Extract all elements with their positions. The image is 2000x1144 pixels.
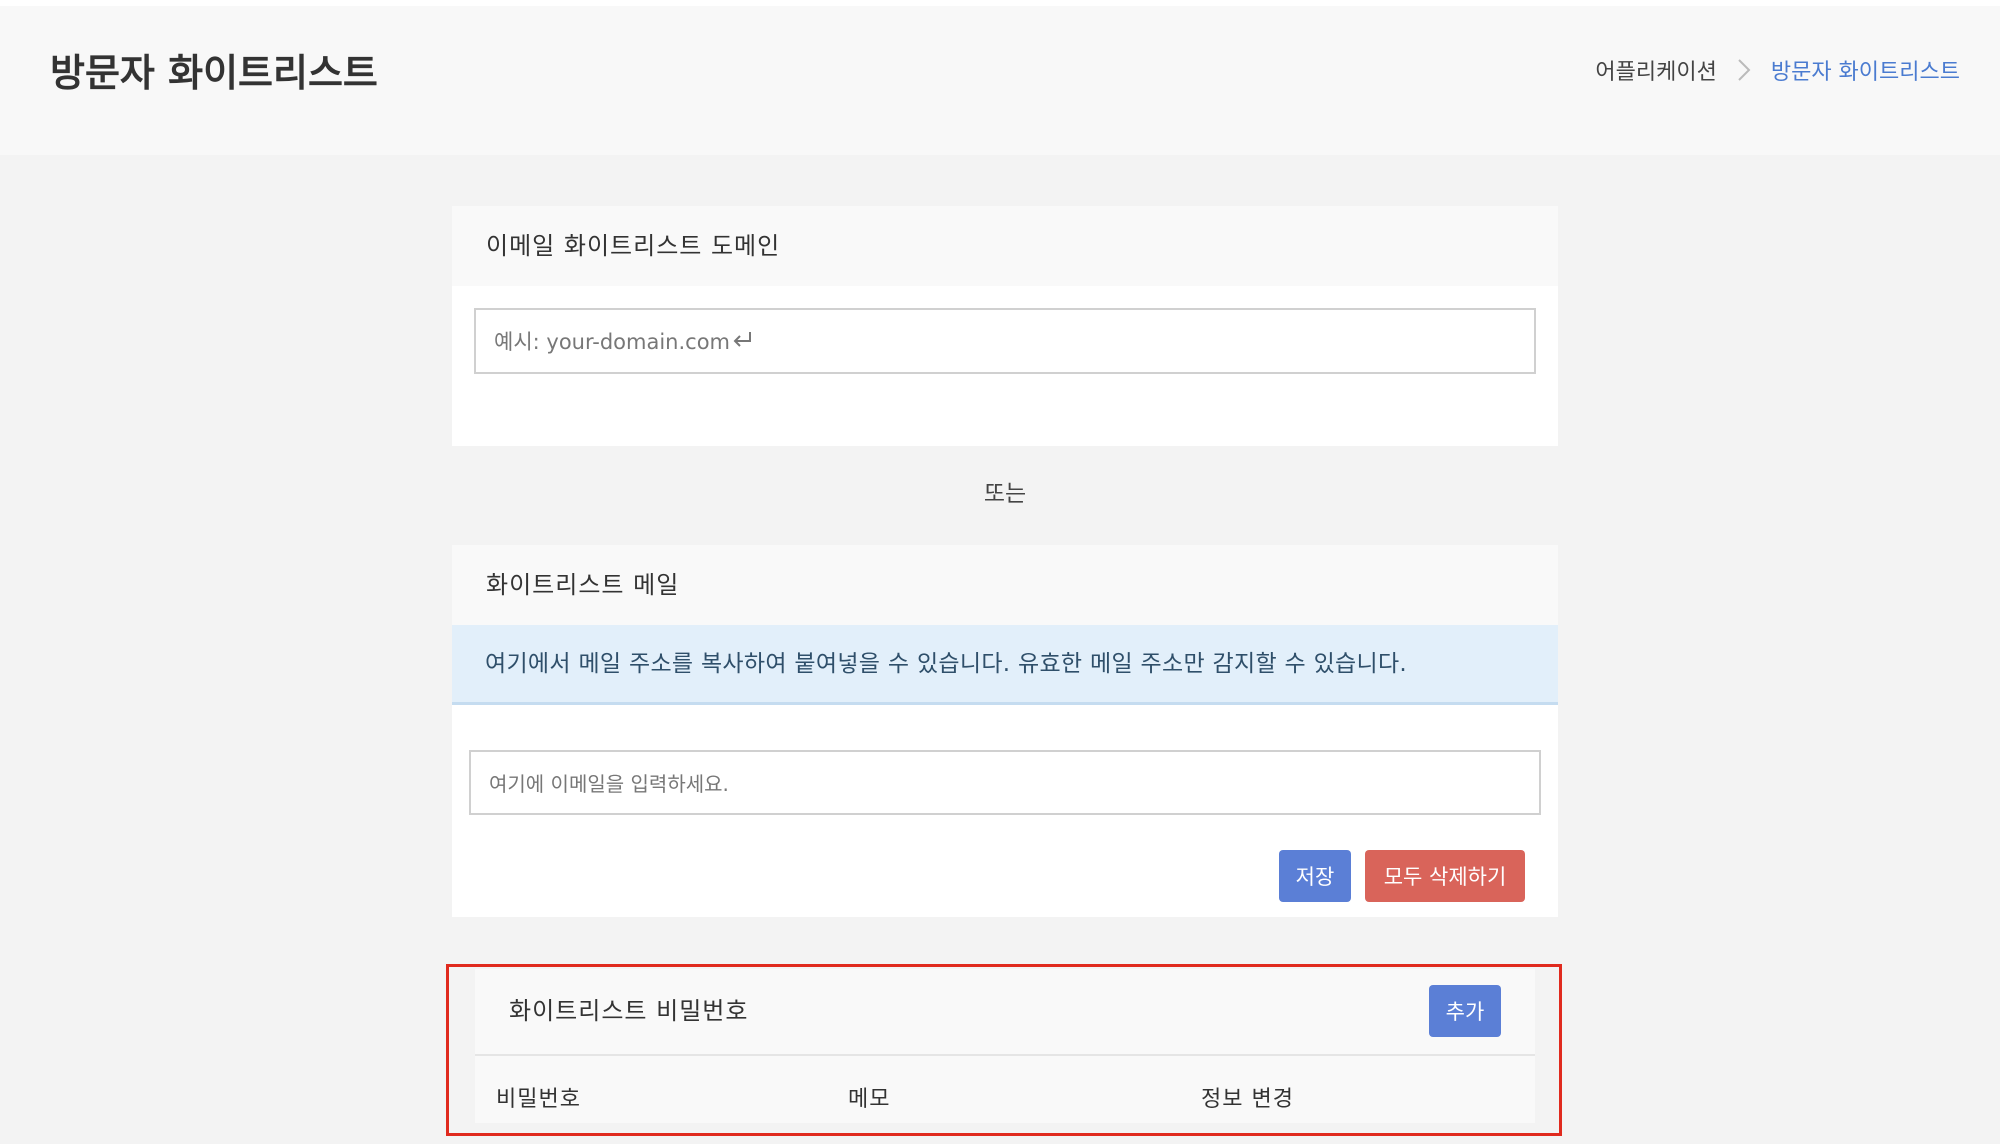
- or-separator: 또는: [983, 481, 1027, 507]
- page-header: 방문자 화이트리스트 어플리케이션 방문자 화이트리스트: [0, 6, 2000, 155]
- email-card-title: 화이트리스트 메일: [486, 571, 680, 599]
- table-header-divider: [475, 1054, 1535, 1056]
- domain-card-header: 이메일 화이트리스트 도메인: [452, 206, 1558, 286]
- delete-all-button[interactable]: 모두 삭제하기: [1365, 850, 1525, 902]
- breadcrumb-current: 방문자 화이트리스트: [1770, 60, 1960, 85]
- add-password-button[interactable]: 추가: [1429, 985, 1501, 1037]
- domain-card-title: 이메일 화이트리스트 도메인: [486, 232, 781, 260]
- column-header-password: 비밀번호: [496, 1087, 581, 1112]
- return-arrow-icon: [732, 329, 754, 354]
- email-card-header: 화이트리스트 메일: [452, 545, 1558, 625]
- email-input-placeholder: 여기에 이메일을 입력하세요.: [489, 772, 729, 796]
- email-info-alert: 여기에서 메일 주소를 복사하여 붙여넣을 수 있습니다. 유효한 메일 주소만…: [452, 625, 1558, 705]
- password-whitelist-card: 화이트리스트 비밀번호 추가 비밀번호 메모 정보 변경: [475, 969, 1535, 1123]
- email-input[interactable]: 여기에 이메일을 입력하세요.: [469, 750, 1541, 815]
- breadcrumb-parent-link[interactable]: 어플리케이션: [1595, 54, 1716, 86]
- domain-input[interactable]: 예시: your-domain.com: [474, 308, 1536, 374]
- save-button[interactable]: 저장: [1279, 850, 1351, 902]
- page-title: 방문자 화이트리스트: [50, 51, 378, 95]
- column-header-memo: 메모: [848, 1087, 891, 1112]
- email-whitelist-card: 화이트리스트 메일 여기에서 메일 주소를 복사하여 붙여넣을 수 있습니다. …: [452, 545, 1558, 917]
- password-card-title: 화이트리스트 비밀번호: [509, 997, 749, 1025]
- breadcrumb: 어플리케이션 방문자 화이트리스트: [1595, 54, 1960, 86]
- domain-whitelist-card: 이메일 화이트리스트 도메인 예시: your-domain.com: [452, 206, 1558, 446]
- chevron-right-icon: [1727, 57, 1761, 83]
- domain-input-placeholder: 예시: your-domain.com: [494, 330, 731, 354]
- password-whitelist-section: 화이트리스트 비밀번호 추가 비밀번호 메모 정보 변경: [452, 969, 1558, 1144]
- column-header-edit-info: 정보 변경: [1201, 1087, 1294, 1112]
